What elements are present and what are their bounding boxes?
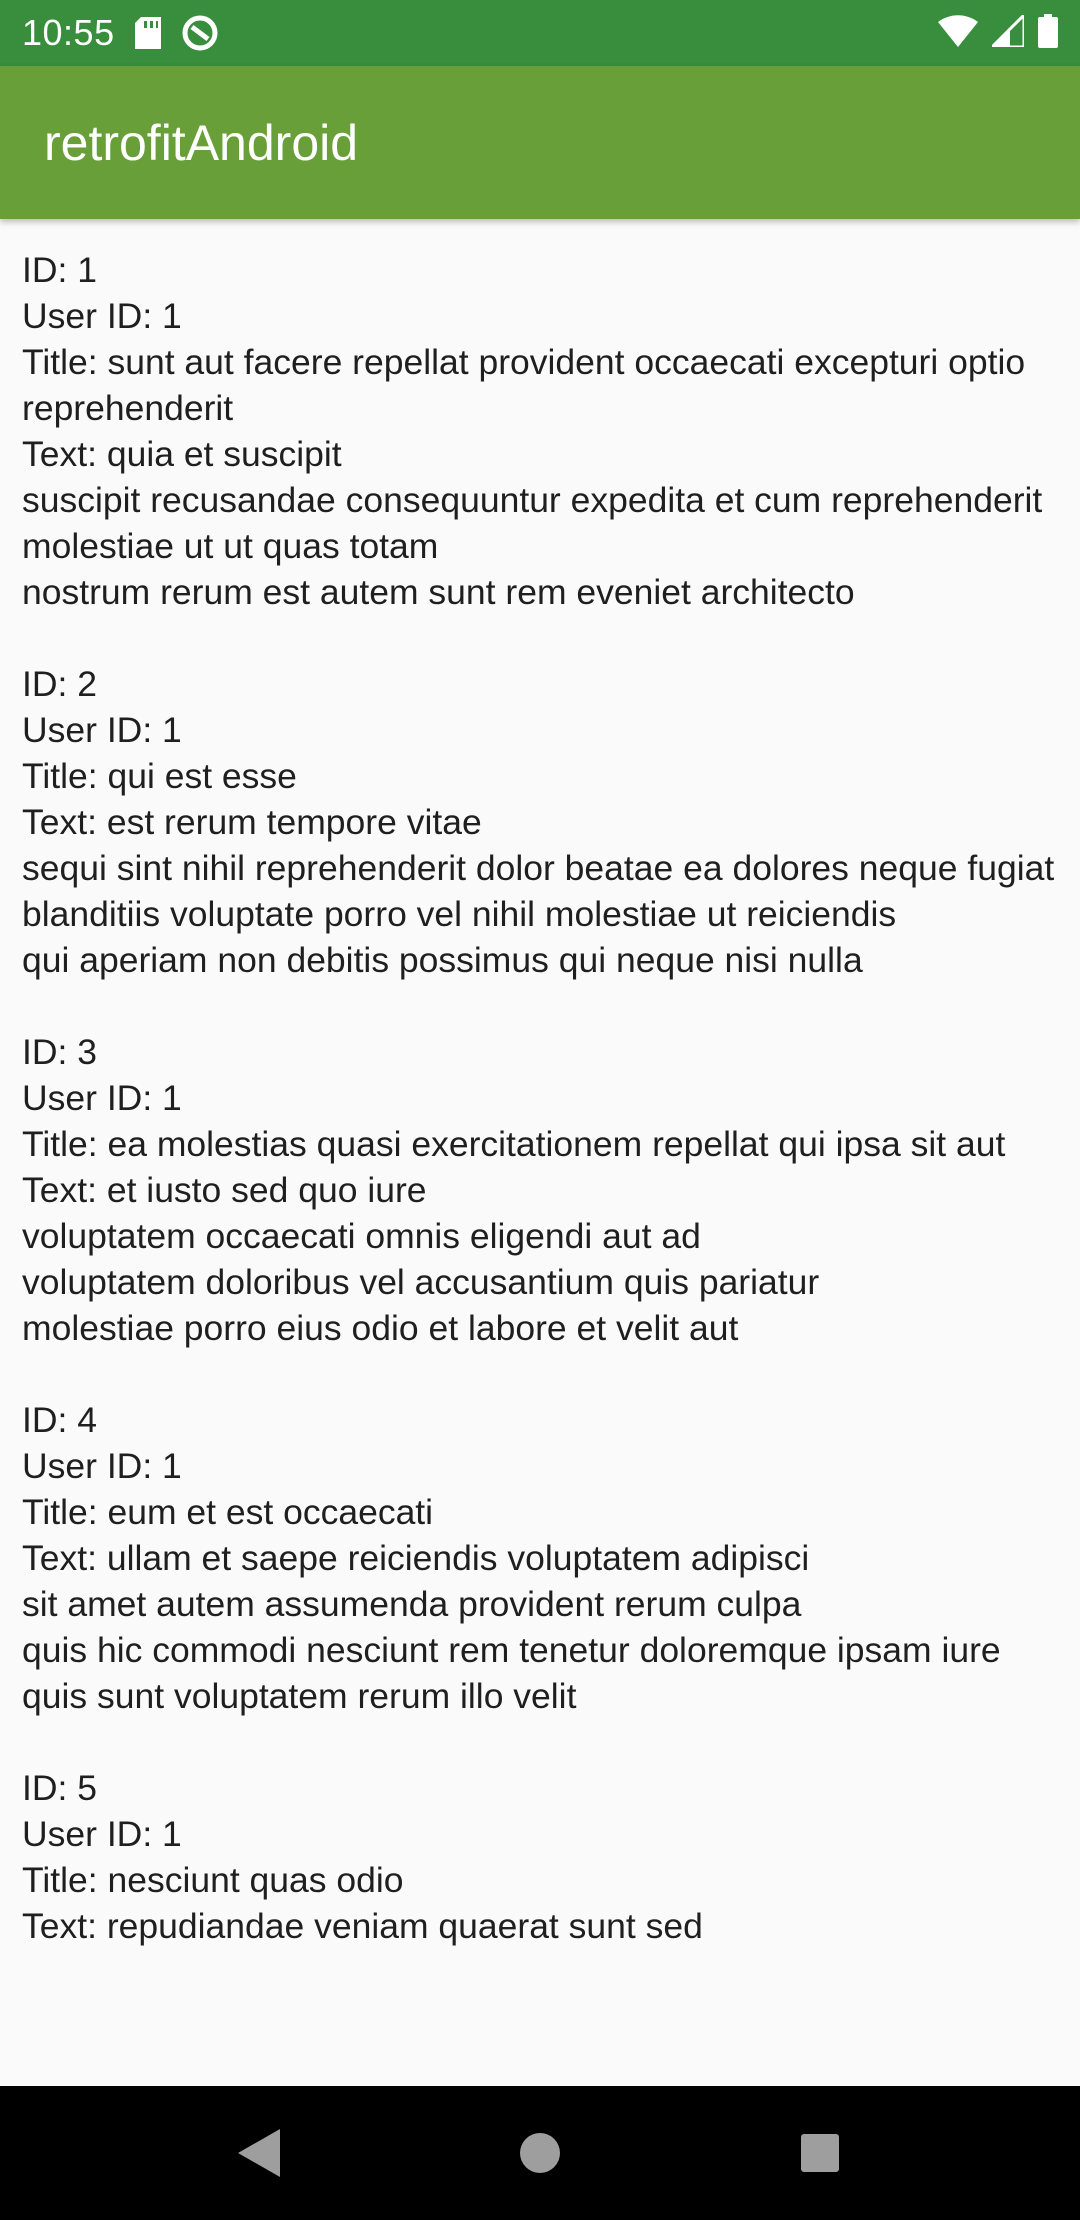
post-text-line: Text: et iusto sed quo iure	[22, 1170, 427, 1210]
post-text-line: Text: quia et suscipit	[22, 434, 342, 474]
app-bar: retrofitAndroid	[0, 66, 1080, 219]
post-text-line: qui aperiam non debitis possimus qui neq…	[22, 940, 863, 980]
home-icon[interactable]	[500, 2113, 580, 2193]
post-text-line: Text: ullam et saepe reiciendis voluptat…	[22, 1538, 810, 1578]
post-id: ID: 1	[22, 250, 97, 290]
post-id: ID: 2	[22, 664, 97, 704]
data-saver-icon	[181, 14, 219, 52]
post-list[interactable]: ID: 1 User ID: 1 Title: sunt aut facere …	[0, 219, 1080, 2062]
post-id: ID: 4	[22, 1400, 97, 1440]
post-id: ID: 3	[22, 1032, 97, 1072]
post-text-line: sit amet autem assumenda provident rerum…	[22, 1584, 802, 1624]
post-item: ID: 2 User ID: 1 Title: qui est esse Tex…	[22, 661, 1058, 983]
sd-card-icon	[134, 17, 161, 49]
status-bar: 10:55	[0, 0, 1080, 66]
post-title: Title: nesciunt quas odio	[22, 1860, 404, 1900]
battery-icon	[1038, 13, 1058, 53]
signal-icon	[988, 10, 1026, 52]
app-title: retrofitAndroid	[44, 114, 359, 171]
post-item: ID: 4 User ID: 1 Title: eum et est occae…	[22, 1397, 1058, 1719]
post-title: Title: sunt aut facere repellat providen…	[22, 342, 1026, 428]
post-item: ID: 5 User ID: 1 Title: nesciunt quas od…	[22, 1765, 1058, 1949]
post-text-line: molestiae porro eius odio et labore et v…	[22, 1308, 739, 1348]
recents-icon[interactable]	[780, 2113, 860, 2193]
status-right	[938, 10, 1058, 53]
post-text-line: quis sunt voluptatem rerum illo velit	[22, 1676, 577, 1716]
post-item: ID: 3 User ID: 1 Title: ea molestias qua…	[22, 1029, 1058, 1351]
post-user-id: User ID: 1	[22, 1446, 182, 1486]
post-text-line: quis hic commodi nesciunt rem tenetur do…	[22, 1630, 1001, 1670]
post-title: Title: eum et est occaecati	[22, 1492, 434, 1532]
post-text-line: voluptatem occaecati omnis eligendi aut …	[22, 1216, 701, 1256]
status-left: 10:55	[22, 12, 219, 54]
post-title: Title: ea molestias quasi exercitationem…	[22, 1124, 1006, 1164]
back-icon[interactable]	[220, 2113, 300, 2193]
navigation-bar	[0, 2086, 1080, 2220]
post-text-line: Text: repudiandae veniam quaerat sunt se…	[22, 1906, 703, 1946]
wifi-icon	[938, 14, 978, 52]
post-text-line: suscipit recusandae consequuntur expedit…	[22, 480, 1043, 566]
post-text-line: Text: est rerum tempore vitae	[22, 802, 482, 842]
post-title: Title: qui est esse	[22, 756, 297, 796]
post-item: ID: 1 User ID: 1 Title: sunt aut facere …	[22, 247, 1058, 615]
post-text-line: voluptatem doloribus vel accusantium qui…	[22, 1262, 820, 1302]
post-user-id: User ID: 1	[22, 296, 182, 336]
post-user-id: User ID: 1	[22, 1078, 182, 1118]
status-time: 10:55	[22, 12, 115, 53]
post-text-line: sequi sint nihil reprehenderit dolor bea…	[22, 848, 1055, 934]
post-user-id: User ID: 1	[22, 710, 182, 750]
post-id: ID: 5	[22, 1768, 97, 1808]
post-user-id: User ID: 1	[22, 1814, 182, 1854]
post-text-line: nostrum rerum est autem sunt rem eveniet…	[22, 572, 855, 612]
